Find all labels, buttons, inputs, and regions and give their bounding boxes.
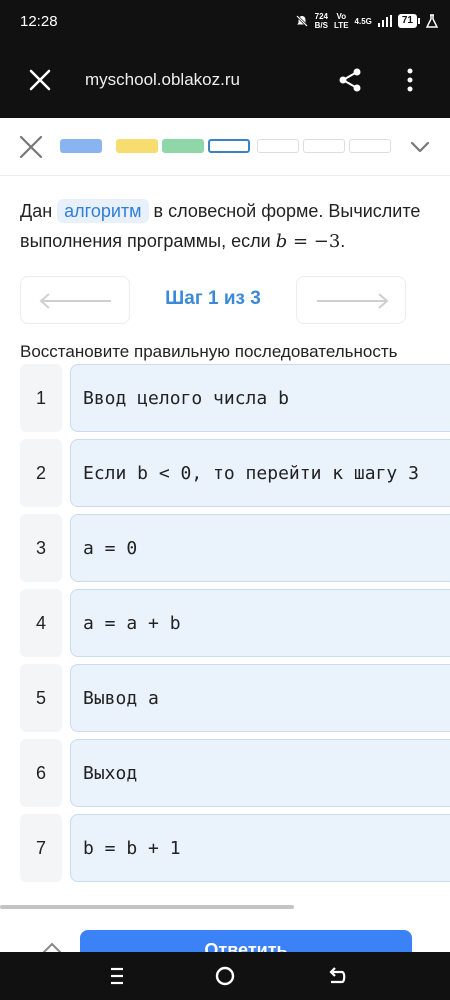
chevron-down-icon[interactable] <box>408 136 432 158</box>
system-nav-bar <box>0 952 450 1000</box>
math-variable: b <box>275 231 288 252</box>
step-row: 6 Выход <box>20 739 450 807</box>
prev-step-button[interactable] <box>20 276 130 324</box>
arrow-right-icon <box>317 293 389 309</box>
step-row: 3 a = 0 <box>20 514 450 582</box>
flask-icon <box>426 14 438 28</box>
step-card[interactable]: b = b + 1 <box>70 814 450 882</box>
instruction-text: Восстановите правильную последовательнос… <box>20 342 398 361</box>
step-card[interactable]: Если b < 0, то перейти к шагу 3 <box>70 439 450 507</box>
step-row: 7 b = b + 1 <box>20 814 450 882</box>
step-card[interactable]: a = a + b <box>70 589 450 657</box>
bottom-action-bar: Ответить <box>0 912 450 970</box>
step-row: 1 Ввод целого числа b <box>20 364 450 432</box>
step-number: 1 <box>20 364 62 432</box>
step-number: 6 <box>20 739 62 807</box>
battery-indicator: 71 <box>397 14 420 28</box>
signal-label: 4.5G <box>354 16 372 26</box>
step-card[interactable]: Выход <box>70 739 450 807</box>
mute-bell-icon <box>295 15 308 27</box>
recent-apps-icon[interactable] <box>105 964 129 988</box>
step-number: 7 <box>20 814 62 882</box>
math-equation: = −3 <box>287 231 341 252</box>
share-icon[interactable] <box>336 66 364 94</box>
question-text: Дан алгоритм в словесной форме. Вычислит… <box>20 199 421 252</box>
url-text[interactable]: myschool.oblakoz.ru <box>85 70 240 90</box>
status-time: 12:28 <box>20 13 58 30</box>
status-icons: 724 B/S Vo LTE 4.5G 71 <box>295 12 438 30</box>
algorithm-term-link[interactable]: алгоритм <box>57 199 149 223</box>
step-row: 2 Если b < 0, то перейти к шагу 3 <box>20 439 450 507</box>
progress-segment[interactable] <box>116 139 158 153</box>
step-label: Шаг 1 из 3 <box>165 288 261 309</box>
browser-toolbar: myschool.oblakoz.ru <box>0 44 450 118</box>
arrow-left-icon <box>39 293 111 309</box>
progress-segment[interactable] <box>257 139 299 153</box>
more-vert-icon[interactable] <box>400 66 420 94</box>
step-card[interactable]: a = 0 <box>70 514 450 582</box>
volte-indicator: Vo LTE <box>334 12 349 30</box>
horizontal-scrollbar[interactable] <box>0 905 294 909</box>
progress-segment[interactable] <box>208 139 250 153</box>
progress-segment[interactable] <box>162 139 204 153</box>
step-row: 4 a = a + b <box>20 589 450 657</box>
step-number: 4 <box>20 589 62 657</box>
progress-segment[interactable] <box>60 139 102 153</box>
home-icon[interactable] <box>213 964 237 988</box>
close-task-icon[interactable] <box>18 134 44 160</box>
net-speed: 724 B/S <box>314 12 329 30</box>
step-navigator: Шаг 1 из 3 <box>20 276 406 324</box>
back-icon[interactable] <box>325 964 349 988</box>
status-bar: 12:28 724 B/S Vo LTE 4.5G 71 <box>0 0 450 44</box>
close-icon[interactable] <box>26 66 54 94</box>
progress-segment[interactable] <box>303 139 345 153</box>
next-step-button[interactable] <box>296 276 406 324</box>
signal-icon <box>377 15 392 27</box>
step-row: 5 Вывод a <box>20 664 450 732</box>
step-number: 3 <box>20 514 62 582</box>
step-number: 5 <box>20 664 62 732</box>
task-progress-row <box>0 118 450 176</box>
step-card[interactable]: Вывод a <box>70 664 450 732</box>
step-card[interactable]: Ввод целого числа b <box>70 364 450 432</box>
step-number: 2 <box>20 439 62 507</box>
progress-segment[interactable] <box>349 139 391 153</box>
